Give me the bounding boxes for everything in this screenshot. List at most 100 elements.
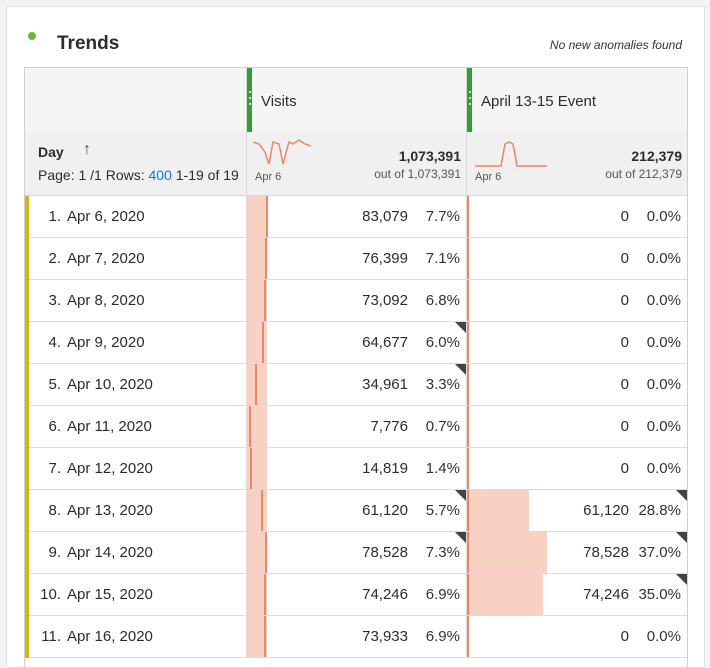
event-cell[interactable]: 0 0.0% [466, 238, 687, 279]
table-row[interactable]: 1. Apr 6, 2020 83,079 7.7% 0 0.0% [25, 196, 687, 238]
row-day[interactable]: 3. Apr 8, 2020 [25, 292, 246, 309]
table-row[interactable]: 7. Apr 12, 2020 14,819 1.4% 0 0.0% [25, 448, 687, 490]
percent-bar-marker [467, 322, 469, 363]
table-row[interactable]: 4. Apr 9, 2020 64,677 6.0% 0 0.0% [25, 322, 687, 364]
row-day[interactable]: 9. Apr 14, 2020 [25, 544, 246, 561]
percent-bar-marker [264, 616, 266, 657]
visits-cell[interactable]: 83,079 7.7% [246, 196, 467, 237]
visits-cell[interactable]: 78,528 7.3% [246, 532, 467, 573]
event-cell[interactable]: 0 0.0% [466, 196, 687, 237]
row-day[interactable]: 2. Apr 7, 2020 [25, 250, 246, 267]
range-label: 1-19 of 19 [175, 167, 239, 183]
cell-value: 7,776 [370, 418, 408, 435]
sparkline-date: Apr 6 [255, 171, 282, 183]
cell-value: 61,120 [362, 502, 408, 519]
table-header-row: Visits April 13-15 Event [25, 68, 687, 133]
column-label: April 13-15 Event [481, 93, 597, 110]
visits-cell[interactable]: 14,819 1.4% [246, 448, 467, 489]
event-cell[interactable]: 0 0.0% [466, 616, 687, 657]
percent-bar-marker [266, 196, 268, 237]
column-header-event[interactable]: April 13-15 Event [466, 68, 687, 132]
event-cell[interactable]: 74,246 35.0% [466, 574, 687, 615]
summary-row: Day ↑ Page: 1 /1 Rows: 400 1-19 of 19 Ap… [25, 132, 687, 196]
rows-per-page-selector[interactable]: 400 [149, 167, 172, 183]
percent-bar-marker [467, 196, 469, 237]
visits-cell[interactable]: 76,399 7.1% [246, 238, 467, 279]
percent-bar-marker [467, 490, 469, 531]
table-row[interactable]: 3. Apr 8, 2020 73,092 6.8% 0 0.0% [25, 280, 687, 322]
page-label: Page: 1 /1 [38, 167, 102, 183]
sparkline-date: Apr 6 [475, 171, 502, 183]
column-total: 212,379 [631, 148, 682, 164]
percent-bar-marker [467, 532, 469, 573]
row-date: Apr 13, 2020 [67, 502, 153, 519]
drag-handle-icon[interactable] [247, 68, 252, 132]
anomaly-corner-icon[interactable] [676, 574, 687, 586]
panel-title: Trends [57, 33, 120, 54]
table-row[interactable]: 8. Apr 13, 2020 61,120 5.7% 61,120 28.8% [25, 490, 687, 532]
row-date: Apr 16, 2020 [67, 628, 153, 645]
row-day[interactable]: 10. Apr 15, 2020 [25, 586, 246, 603]
visits-cell[interactable]: 61,120 5.7% [246, 490, 467, 531]
row-date: Apr 9, 2020 [67, 334, 145, 351]
percent-bar-marker [467, 280, 469, 321]
percent-bar-marker [262, 322, 264, 363]
cell-value: 78,528 [362, 544, 408, 561]
percent-bar [247, 238, 267, 279]
visits-cell[interactable]: 73,933 6.9% [246, 616, 467, 657]
visits-cell[interactable]: 34,961 3.3% [246, 364, 467, 405]
table-row[interactable]: 9. Apr 14, 2020 78,528 7.3% 78,528 37.0% [25, 532, 687, 574]
column-out-of: out of 1,073,391 [374, 167, 461, 181]
cell-value: 74,246 [362, 586, 408, 603]
anomaly-status: No new anomalies found [549, 38, 682, 52]
cell-percent: 1.4% [425, 460, 460, 477]
row-day[interactable]: 5. Apr 10, 2020 [25, 376, 246, 393]
percent-bar [467, 490, 529, 531]
table-row[interactable]: 11. Apr 16, 2020 73,933 6.9% 0 0.0% [25, 616, 687, 658]
cell-value: 0 [620, 250, 629, 267]
event-cell[interactable]: 78,528 37.0% [466, 532, 687, 573]
percent-bar-marker [265, 238, 267, 279]
row-day[interactable]: 4. Apr 9, 2020 [25, 334, 246, 351]
row-number: 2. [48, 250, 61, 267]
visits-cell[interactable]: 7,776 0.7% [246, 406, 467, 447]
event-cell[interactable]: 0 0.0% [466, 448, 687, 489]
cell-value: 74,246 [583, 586, 629, 603]
percent-bar-marker [467, 616, 469, 657]
column-header-visits[interactable]: Visits [246, 68, 467, 132]
anomaly-corner-icon[interactable] [676, 532, 687, 544]
anomaly-corner-icon[interactable] [676, 490, 687, 502]
row-day[interactable]: 8. Apr 13, 2020 [25, 502, 246, 519]
visits-cell[interactable]: 73,092 6.8% [246, 280, 467, 321]
event-cell[interactable]: 0 0.0% [466, 280, 687, 321]
row-day[interactable]: 1. Apr 6, 2020 [25, 208, 246, 225]
table-row[interactable]: 6. Apr 11, 2020 7,776 0.7% 0 0.0% [25, 406, 687, 448]
drag-handle-icon[interactable] [467, 68, 472, 132]
visits-cell[interactable]: 74,246 6.9% [246, 574, 467, 615]
percent-bar [247, 322, 267, 363]
row-day[interactable]: 6. Apr 11, 2020 [25, 418, 246, 435]
table-row[interactable]: 10. Apr 15, 2020 74,246 6.9% 74,246 35.0% [25, 574, 687, 616]
event-cell[interactable]: 0 0.0% [466, 364, 687, 405]
cell-value: 61,120 [583, 502, 629, 519]
percent-bar [247, 196, 267, 237]
event-cell[interactable]: 61,120 28.8% [466, 490, 687, 531]
table-row[interactable]: 5. Apr 10, 2020 34,961 3.3% 0 0.0% [25, 364, 687, 406]
cell-percent: 28.8% [638, 502, 681, 519]
row-day[interactable]: 7. Apr 12, 2020 [25, 460, 246, 477]
visits-cell[interactable]: 64,677 6.0% [246, 322, 467, 363]
event-cell[interactable]: 0 0.0% [466, 406, 687, 447]
cell-percent: 6.9% [425, 628, 460, 645]
row-date: Apr 14, 2020 [67, 544, 153, 561]
cell-percent: 0.0% [646, 334, 681, 351]
event-cell[interactable]: 0 0.0% [466, 322, 687, 363]
percent-bar [247, 490, 267, 531]
cell-value: 78,528 [583, 544, 629, 561]
row-number: 1. [48, 208, 61, 225]
row-day[interactable]: 11. Apr 16, 2020 [25, 628, 246, 645]
arrow-up-icon[interactable]: ↑ [83, 141, 91, 159]
dimension-header[interactable]: Day [38, 144, 64, 160]
table-row[interactable]: 2. Apr 7, 2020 76,399 7.1% 0 0.0% [25, 238, 687, 280]
column-total: 1,073,391 [398, 148, 461, 164]
cell-value: 83,079 [362, 208, 408, 225]
